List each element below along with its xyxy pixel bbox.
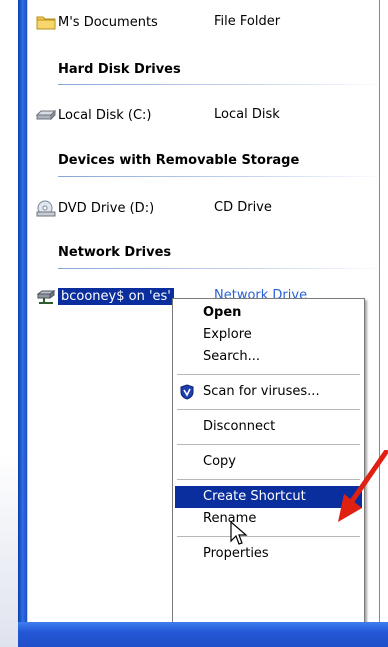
group-header-removable: Devices with Removable Storage — [58, 153, 300, 168]
menu-item-properties[interactable]: Properties — [175, 543, 362, 565]
item-type: CD Drive — [214, 200, 272, 215]
menu-item-create-shortcut[interactable]: Create Shortcut — [175, 486, 362, 508]
hard-disk-icon — [35, 107, 57, 123]
network-drive-icon — [36, 288, 56, 304]
menu-separator — [177, 536, 360, 537]
menu-item-disconnect[interactable]: Disconnect — [175, 416, 362, 438]
list-item-local-disk[interactable]: Local Disk (C:) Local Disk — [35, 105, 280, 125]
group-divider — [58, 176, 388, 177]
taskbar — [18, 622, 388, 647]
list-item-my-documents[interactable]: M's Documents File Folder — [36, 12, 280, 32]
group-header-hard-disk: Hard Disk Drives — [58, 62, 181, 77]
item-name: Local Disk (C:) — [58, 107, 152, 123]
shield-icon — [179, 384, 195, 400]
dvd-drive-icon — [36, 200, 56, 217]
mouse-pointer-icon — [230, 521, 248, 545]
folder-icon — [36, 14, 56, 30]
group-divider — [58, 84, 388, 85]
list-item-network-drive[interactable]: bcooney$ on 'es' Network Drive — [36, 286, 307, 306]
menu-item-scan[interactable]: Scan for viruses... — [175, 381, 362, 403]
menu-item-explore[interactable]: Explore — [175, 324, 362, 346]
menu-separator — [177, 409, 360, 410]
menu-item-open[interactable]: Open — [175, 302, 362, 324]
item-name: bcooney$ on 'es' — [58, 287, 174, 305]
red-arrow-icon — [338, 450, 388, 522]
item-type: File Folder — [214, 14, 281, 29]
window-frame-right — [379, 0, 388, 622]
menu-item-rename[interactable]: Rename — [175, 508, 362, 530]
list-item-dvd-drive[interactable]: DVD Drive (D:) CD Drive — [36, 198, 272, 218]
group-divider — [58, 268, 388, 269]
menu-separator — [177, 444, 360, 445]
item-name: M's Documents — [58, 14, 158, 30]
menu-item-search[interactable]: Search... — [175, 346, 362, 368]
window-frame-left — [18, 0, 27, 647]
menu-separator — [177, 479, 360, 480]
menu-separator — [177, 374, 360, 375]
group-header-network: Network Drives — [58, 245, 172, 260]
item-name: DVD Drive (D:) — [58, 200, 155, 216]
menu-item-copy[interactable]: Copy — [175, 451, 362, 473]
item-type: Local Disk — [214, 107, 280, 122]
menu-item-label: Scan for viruses... — [203, 384, 320, 399]
